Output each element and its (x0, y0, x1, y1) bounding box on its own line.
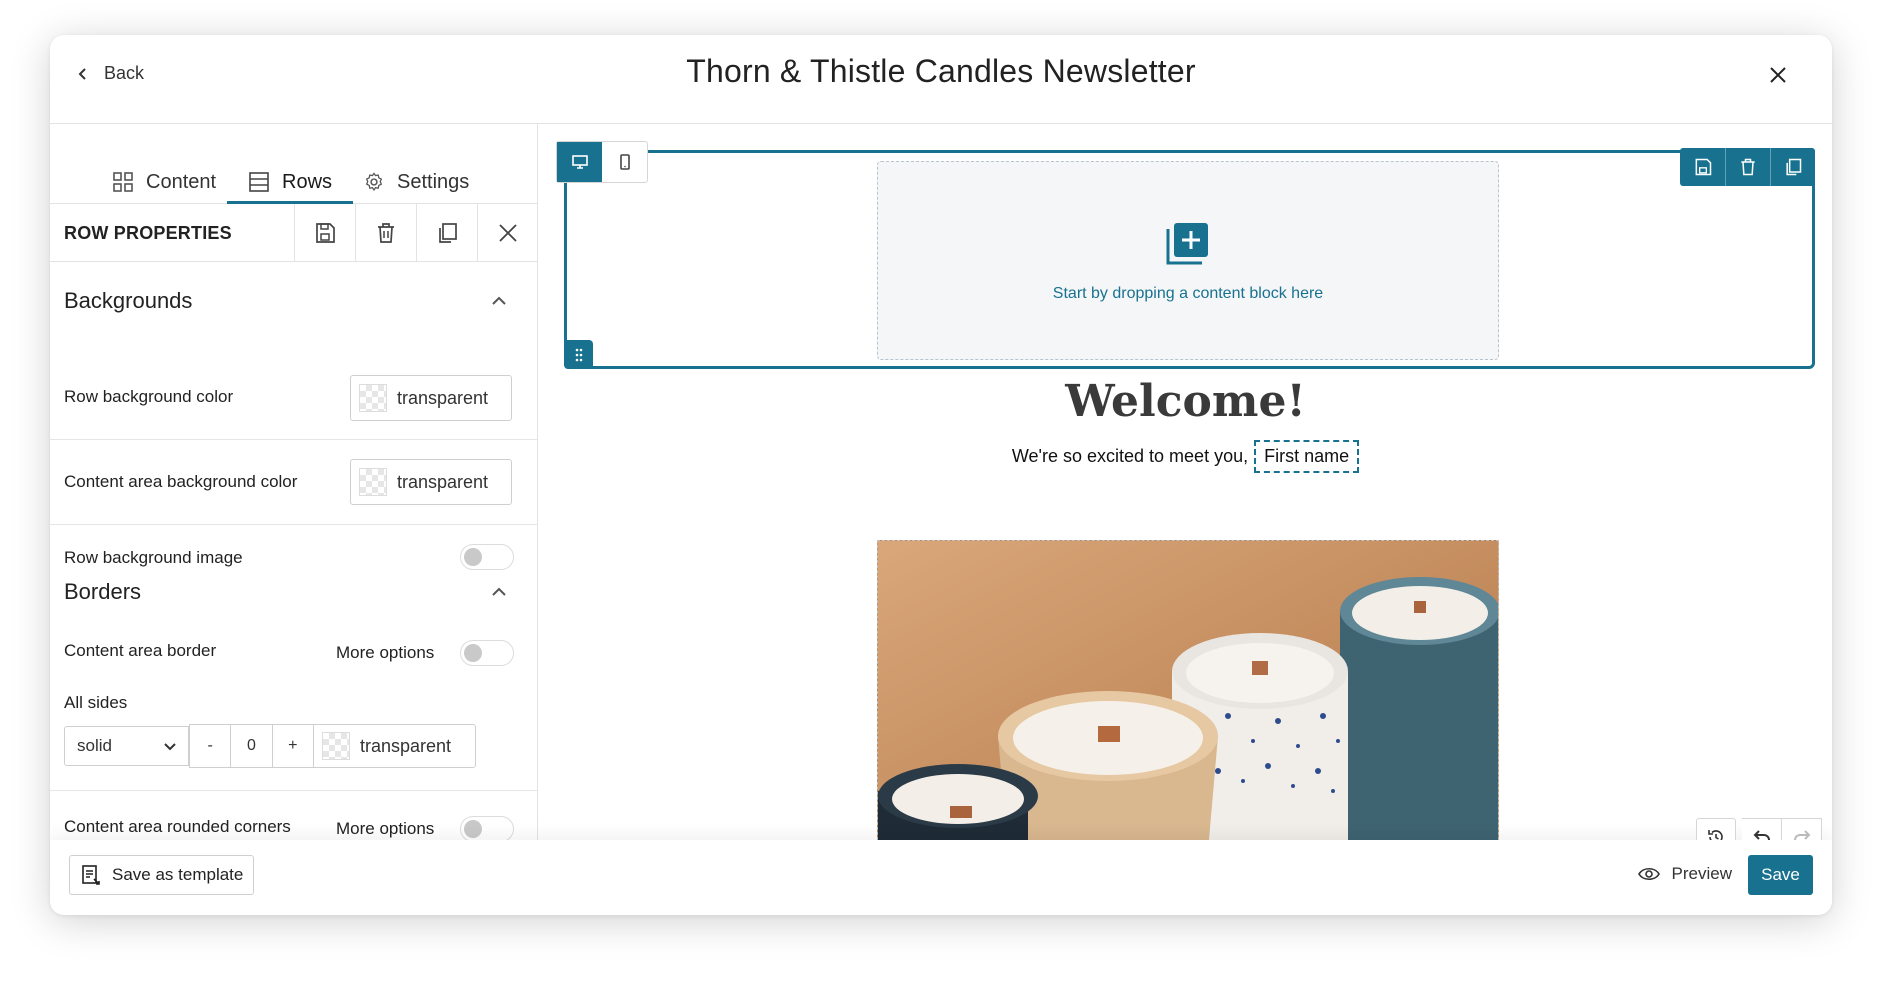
greeting-label: We're so excited to meet you, (1011, 446, 1249, 466)
save-icon (1695, 158, 1711, 176)
backgrounds-heading: Backgrounds (64, 288, 193, 313)
chevron-up-icon[interactable] (490, 583, 508, 601)
divider (50, 439, 537, 440)
template-icon (82, 865, 100, 885)
drag-dots-icon (575, 348, 582, 361)
border-style-select[interactable]: solid (64, 726, 189, 766)
preview-button[interactable]: Preview (1637, 864, 1732, 884)
duplicate-icon (439, 223, 457, 243)
content-border-label: Content area border (64, 641, 217, 660)
border-style-value: solid (77, 736, 112, 755)
redo-icon (1793, 830, 1810, 840)
mobile-view-button[interactable] (602, 142, 647, 182)
content-bg-color-value: transparent (397, 471, 489, 492)
redo-button[interactable] (1782, 818, 1822, 840)
close-icon (499, 224, 517, 242)
eye-icon (1637, 867, 1660, 881)
divider (50, 790, 537, 791)
divider (50, 524, 537, 525)
border-color-picker[interactable]: transparent (314, 724, 476, 768)
page-title: Thorn & Thistle Candles Newsletter (686, 53, 1196, 89)
trash-icon (378, 223, 394, 243)
save-row-button[interactable] (1680, 148, 1725, 186)
chevron-down-icon (164, 743, 176, 751)
row-properties-title: ROW PROPERTIES (64, 223, 232, 243)
duplicate-row-button[interactable] (1770, 148, 1815, 186)
close-icon[interactable] (1766, 63, 1790, 87)
content-bg-color-picker[interactable]: transparent (350, 459, 512, 505)
grid-icon (113, 172, 133, 192)
panel-tabs: Content Rows Settings (50, 124, 537, 204)
device-toggle (556, 141, 648, 183)
save-as-template-label: Save as template (112, 865, 244, 884)
increment-button[interactable]: + (273, 737, 313, 755)
save-row-button[interactable] (294, 204, 355, 262)
tab-content[interactable]: Content (112, 160, 216, 204)
delete-row-button[interactable] (1725, 148, 1770, 186)
save-icon (316, 223, 335, 243)
editor-window: Back Thorn & Thistle Candles Newsletter … (50, 35, 1832, 915)
tab-rows[interactable]: Rows (248, 160, 332, 204)
undo-icon (1753, 830, 1770, 840)
all-sides-label: All sides (64, 693, 128, 712)
row-drag-handle[interactable] (564, 340, 593, 369)
save-button[interactable]: Save (1748, 855, 1813, 895)
content-drop-zone[interactable]: Start by dropping a content block here (877, 161, 1499, 360)
preview-label: Preview (1671, 864, 1732, 883)
row-bg-image-label: Row background image (64, 548, 243, 567)
border-width-stepper[interactable]: - 0 + (189, 724, 314, 768)
row-bg-color-label: Row background color (64, 387, 234, 406)
close-panel-button[interactable] (477, 204, 537, 262)
add-block-icon (1166, 222, 1208, 264)
history-controls (1696, 818, 1822, 840)
undo-button[interactable] (1742, 818, 1782, 840)
tab-rows-label: Rows (282, 170, 333, 193)
properties-panel: Content Rows Settings ROW PROPERTIES Bac… (50, 124, 538, 840)
tab-content-label: Content (146, 170, 217, 193)
content-bg-color-label: Content area background color (64, 472, 298, 491)
candles-image[interactable] (877, 540, 1499, 840)
footer: Save as template Preview Save (50, 840, 1832, 915)
greeting-text[interactable]: We're so excited to meet you, First name (539, 440, 1832, 473)
border-color-value: transparent (360, 735, 452, 756)
transparent-swatch (359, 384, 387, 412)
duplicate-icon (1786, 158, 1802, 176)
candles-photo (878, 541, 1498, 840)
version-history-button[interactable] (1696, 818, 1736, 840)
decrement-button[interactable]: - (190, 737, 230, 755)
row-bg-color-value: transparent (397, 387, 489, 408)
delete-row-button[interactable] (355, 204, 416, 262)
welcome-heading[interactable]: Welcome! (539, 376, 1832, 427)
desktop-icon (571, 155, 588, 169)
trash-icon (1741, 158, 1755, 176)
header: Back Thorn & Thistle Candles Newsletter (50, 35, 1832, 124)
row-properties-bar: ROW PROPERTIES (50, 204, 537, 262)
border-controls: solid - 0 + transparent (64, 724, 476, 768)
border-width-value[interactable]: 0 (231, 737, 271, 755)
row-actions (1680, 148, 1815, 186)
first-name-merge-tag[interactable]: First name (1254, 440, 1360, 473)
duplicate-row-button[interactable] (416, 204, 477, 262)
rounded-corners-label: Content area rounded corners (64, 817, 291, 836)
desktop-view-button[interactable] (557, 142, 602, 182)
history-icon (1708, 830, 1723, 840)
mobile-icon (619, 154, 630, 170)
tab-settings-label: Settings (397, 170, 470, 193)
gear-icon (366, 172, 382, 191)
row-bg-color-picker[interactable]: transparent (350, 375, 512, 421)
rows-icon (249, 172, 269, 192)
more-options-label: More options (336, 819, 435, 838)
chevron-up-icon[interactable] (490, 292, 508, 310)
transparent-swatch (322, 732, 350, 760)
more-options-label: More options (336, 643, 435, 662)
content-border-toggle[interactable] (460, 640, 514, 666)
drop-zone-text: Start by dropping a content block here (1052, 284, 1324, 302)
rounded-corners-toggle[interactable] (460, 816, 514, 840)
row-bg-image-toggle[interactable] (460, 544, 514, 570)
tab-settings[interactable]: Settings (363, 160, 469, 204)
transparent-swatch (359, 468, 387, 496)
email-canvas: Start by dropping a content block here W… (539, 124, 1832, 840)
save-as-template-button[interactable]: Save as template (69, 855, 255, 895)
borders-heading: Borders (64, 579, 142, 604)
